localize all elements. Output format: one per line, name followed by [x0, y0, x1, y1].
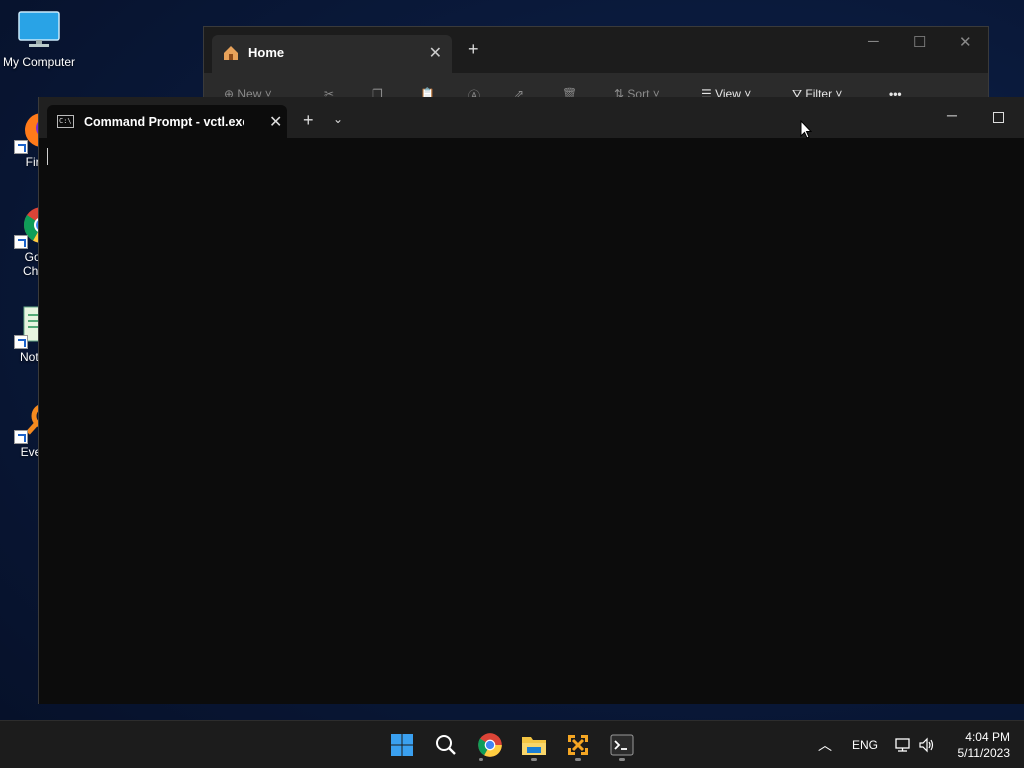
- maximize-icon[interactable]: ☐: [913, 33, 926, 51]
- windows-logo-icon: [391, 734, 413, 756]
- running-indicator: [575, 758, 581, 761]
- search-icon: [436, 735, 456, 755]
- new-tab-icon[interactable]: +: [468, 39, 479, 60]
- shortcut-arrow-icon: [14, 140, 28, 154]
- clock-time: 4:04 PM: [965, 730, 1010, 744]
- terminal-taskbar-button[interactable]: [604, 727, 640, 763]
- chrome-icon: [478, 733, 502, 757]
- text-cursor: [47, 148, 48, 165]
- chrome-taskbar-button[interactable]: [472, 727, 508, 763]
- command-prompt-icon: C:\: [57, 115, 74, 128]
- terminal-tab-command-prompt[interactable]: C:\ Command Prompt - vctl.exe ✕: [47, 105, 287, 138]
- shortcut-arrow-icon: [14, 235, 28, 249]
- explorer-tab-title: Home: [248, 45, 285, 60]
- close-icon[interactable]: ✕: [429, 43, 442, 63]
- mouse-pointer-icon: [800, 120, 813, 139]
- terminal-tab-title: Command Prompt - vctl.exe: [84, 115, 244, 129]
- shortcut-arrow-icon: [14, 430, 28, 444]
- volume-icon[interactable]: [918, 737, 936, 753]
- new-tab-icon[interactable]: +: [303, 110, 314, 131]
- clock-date: 5/11/2023: [957, 746, 1011, 760]
- desktop-icon-my-computer[interactable]: My Computer: [0, 10, 78, 69]
- running-indicator: [531, 758, 537, 761]
- home-icon: [224, 46, 238, 60]
- start-button[interactable]: [384, 727, 420, 763]
- close-window-icon[interactable]: ✕: [959, 33, 972, 51]
- close-tab-icon[interactable]: ✕: [269, 112, 282, 132]
- system-tray: ︿ ENG: [818, 721, 936, 768]
- running-indicator: [619, 758, 625, 761]
- shortcut-arrow-icon: [14, 335, 28, 349]
- chevron-down-icon[interactable]: ⌄: [333, 112, 343, 126]
- terminal-title-bar[interactable]: C:\ Command Prompt - vctl.exe ✕ + ⌄ ─: [39, 97, 1024, 138]
- file-explorer-taskbar-button[interactable]: [516, 727, 552, 763]
- explorer-tab-home[interactable]: Home ✕: [212, 35, 452, 73]
- vmware-icon: [568, 735, 588, 755]
- maximize-icon[interactable]: [993, 112, 1004, 123]
- console-area[interactable]: [39, 138, 1024, 704]
- folder-icon: [522, 737, 546, 755]
- vmware-taskbar-button[interactable]: [560, 727, 596, 763]
- taskbar: ︿ ENG 4:04 PM 5/11/2023: [0, 720, 1024, 768]
- minimize-icon[interactable]: ─: [947, 107, 957, 123]
- clock[interactable]: 4:04 PM 5/11/2023: [958, 729, 1011, 761]
- explorer-tab-bar: Home ✕ + ─ ☐ ✕: [204, 27, 988, 73]
- network-icon[interactable]: [894, 737, 912, 753]
- monitor-icon: [18, 11, 60, 47]
- desktop-icon-label: My Computer: [2, 55, 76, 69]
- chevron-up-icon[interactable]: ︿: [818, 735, 832, 755]
- minimize-icon[interactable]: ─: [868, 33, 879, 50]
- terminal-window[interactable]: C:\ Command Prompt - vctl.exe ✕ + ⌄ ─: [38, 97, 1024, 704]
- language-indicator[interactable]: ENG: [852, 738, 878, 752]
- search-button[interactable]: [428, 727, 464, 763]
- running-indicator: [479, 758, 483, 761]
- terminal-icon: [610, 734, 634, 756]
